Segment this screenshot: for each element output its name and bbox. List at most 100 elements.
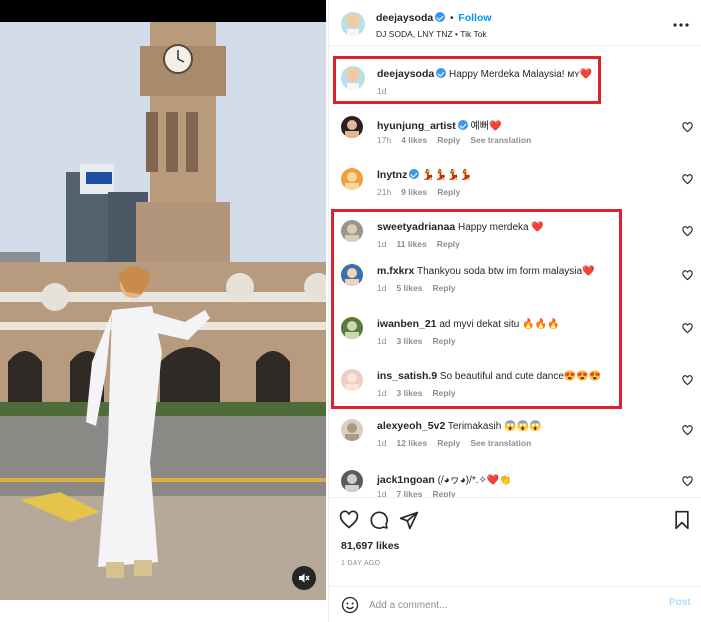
comment-time[interactable]: 1d	[377, 388, 386, 398]
emoji-icon[interactable]	[341, 596, 359, 614]
comment-row: sweetyadrianaa Happy merdeka ❤️ 1d 11 like…	[329, 220, 701, 264]
share-icon[interactable]	[399, 510, 419, 530]
comment-reply-button[interactable]: Reply	[437, 239, 460, 249]
comment-meta: 1d 3 likes Reply	[377, 388, 466, 398]
comment-like-heart-icon[interactable]	[682, 226, 693, 237]
speaker-muted-icon	[299, 573, 310, 583]
comment-text-line: iwanben_21 ad myvi dekat situ 🔥🔥🔥	[377, 318, 559, 330]
comment-icon[interactable]	[369, 510, 389, 530]
verified-badge-icon	[435, 12, 446, 22]
comment-text-line: hyunjung_artist 예뻐❤️	[377, 117, 501, 132]
comment-like-heart-icon[interactable]	[682, 122, 693, 133]
commenter-avatar[interactable]	[341, 470, 363, 492]
bookmark-icon[interactable]	[672, 510, 692, 530]
follow-button[interactable]: Follow	[458, 12, 491, 24]
see-translation-button[interactable]: See translation	[470, 438, 531, 448]
commenter-username[interactable]: hyunjung_artist	[377, 120, 456, 132]
comment-likes[interactable]: 3 likes	[396, 336, 422, 346]
commenter-avatar[interactable]	[341, 220, 363, 242]
comment-meta: 1d 12 likes Reply See translation	[377, 438, 541, 448]
author-avatar[interactable]	[341, 12, 365, 36]
comment-time[interactable]: 1d	[377, 489, 386, 497]
comment-meta: 1d 7 likes Reply	[377, 489, 466, 497]
see-translation-button[interactable]: See translation	[470, 135, 531, 145]
comment-like-heart-icon[interactable]	[682, 174, 693, 185]
comment-meta: 1d 3 likes Reply	[377, 336, 466, 346]
comment-likes[interactable]: 12 likes	[396, 438, 427, 448]
comment-reply-button[interactable]: Reply	[437, 135, 460, 145]
author-username[interactable]: deejaysoda	[376, 12, 433, 24]
comment-time[interactable]: 1d	[377, 283, 386, 293]
comment-likes[interactable]: 5 likes	[396, 283, 422, 293]
comment-likes[interactable]: 4 likes	[401, 135, 427, 145]
author-subtitle[interactable]: DJ SODA, LNY TNZ • Tik Tok	[376, 29, 487, 39]
comment-row: jack1ngoan (/◕ヮ◕)/*.✧❤️👏 1d 7 likes Reply	[329, 470, 701, 497]
caption-text: Happy Merdeka Malaysia! ᴍʏ❤️	[448, 69, 592, 80]
comment-reply-button[interactable]: Reply	[432, 388, 455, 398]
comment-time[interactable]: 21h	[377, 187, 391, 197]
post-actions-bar: 81,697 likes 1 DAY AGO	[329, 497, 701, 597]
comment-meta: 1d 11 likes Reply	[377, 239, 470, 249]
comment-likes[interactable]: 11 likes	[396, 239, 426, 249]
commenter-username[interactable]: iwanben_21	[377, 318, 437, 330]
commenter-username[interactable]: m.fxkrx	[377, 265, 414, 277]
post-header: deejaysoda • Follow DJ SODA, LNY TNZ • T…	[329, 0, 701, 46]
comment-row: iwanben_21 ad myvi dekat situ 🔥🔥🔥 1d 3 lik…	[329, 317, 701, 361]
comment-reply-button[interactable]: Reply	[432, 489, 455, 497]
comment-reply-button[interactable]: Reply	[432, 283, 455, 293]
commenter-username[interactable]: lnytnz	[377, 169, 407, 181]
comment-time[interactable]: 17h	[377, 135, 391, 145]
mute-toggle-button[interactable]	[292, 566, 316, 590]
comment-like-heart-icon[interactable]	[682, 476, 693, 487]
comment-text: Happy merdeka ❤️	[458, 222, 544, 233]
likes-count[interactable]: 81,697 likes	[341, 540, 399, 552]
heart-icon[interactable]	[339, 510, 359, 530]
comment-composer: Post	[329, 586, 701, 622]
comment-likes[interactable]: 9 likes	[401, 187, 427, 197]
comment-like-heart-icon[interactable]	[682, 425, 693, 436]
comment-time[interactable]: 1d	[377, 438, 386, 448]
comment-likes[interactable]: 7 likes	[396, 489, 422, 497]
more-horizontal-icon[interactable]	[673, 22, 689, 28]
video-frame[interactable]	[0, 22, 326, 600]
commenter-username[interactable]: jack1ngoan	[377, 474, 435, 486]
video-scene-illustration	[0, 22, 326, 600]
comment-row: m.fxkrx Thankyou soda btw im form malays…	[329, 264, 701, 308]
comment-row: hyunjung_artist 예뻐❤️ 17h 4 likes Reply See t…	[329, 116, 701, 160]
comment-input[interactable]	[369, 595, 639, 615]
caption-time[interactable]: 1d	[377, 86, 386, 96]
comment-time[interactable]: 1d	[377, 336, 386, 346]
comment-text: (/◕ヮ◕)/*.✧❤️👏	[437, 475, 512, 486]
comment-text-line: m.fxkrx Thankyou soda btw im form malays…	[377, 265, 594, 277]
comment-like-heart-icon[interactable]	[682, 375, 693, 386]
comment-time[interactable]: 1d	[377, 239, 386, 249]
comment-likes[interactable]: 3 likes	[396, 388, 422, 398]
comment-reply-button[interactable]: Reply	[437, 187, 460, 197]
comment-row: alexyeoh_5v2 Terimakasih 😱😱😱 1d 12 likes Re…	[329, 419, 701, 463]
commenter-avatar[interactable]	[341, 369, 363, 391]
comment-text: Thankyou soda btw im form malaysia❤️	[416, 266, 595, 277]
commenter-username[interactable]: alexyeoh_5v2	[377, 420, 445, 432]
caption-author-avatar[interactable]	[341, 66, 365, 90]
header-separator: •	[449, 13, 454, 24]
commenter-avatar[interactable]	[341, 116, 363, 138]
caption-username[interactable]: deejaysoda	[377, 68, 434, 80]
comment-reply-button[interactable]: Reply	[437, 438, 460, 448]
highlight-box-caption	[333, 56, 601, 104]
caption-text-line: deejaysoda Happy Merdeka Malaysia! ᴍʏ❤️	[377, 68, 592, 80]
commenter-username[interactable]: sweetyadrianaa	[377, 221, 455, 233]
comment-like-heart-icon[interactable]	[682, 323, 693, 334]
post-comment-button[interactable]: Post	[669, 597, 691, 608]
verified-badge-icon	[409, 169, 420, 179]
comment-reply-button[interactable]: Reply	[432, 336, 455, 346]
commenter-avatar[interactable]	[341, 168, 363, 190]
post-media[interactable]	[0, 0, 326, 600]
commenter-avatar[interactable]	[341, 419, 363, 441]
comment-like-heart-icon[interactable]	[682, 270, 693, 281]
post-date[interactable]: 1 DAY AGO	[341, 560, 380, 567]
commenter-avatar[interactable]	[341, 264, 363, 286]
commenter-username[interactable]: ins_satish.9	[377, 370, 437, 382]
commenter-avatar[interactable]	[341, 317, 363, 339]
comment-text: ad myvi dekat situ 🔥🔥🔥	[439, 319, 560, 330]
comment-text: Terimakasih 😱😱😱	[447, 421, 542, 432]
